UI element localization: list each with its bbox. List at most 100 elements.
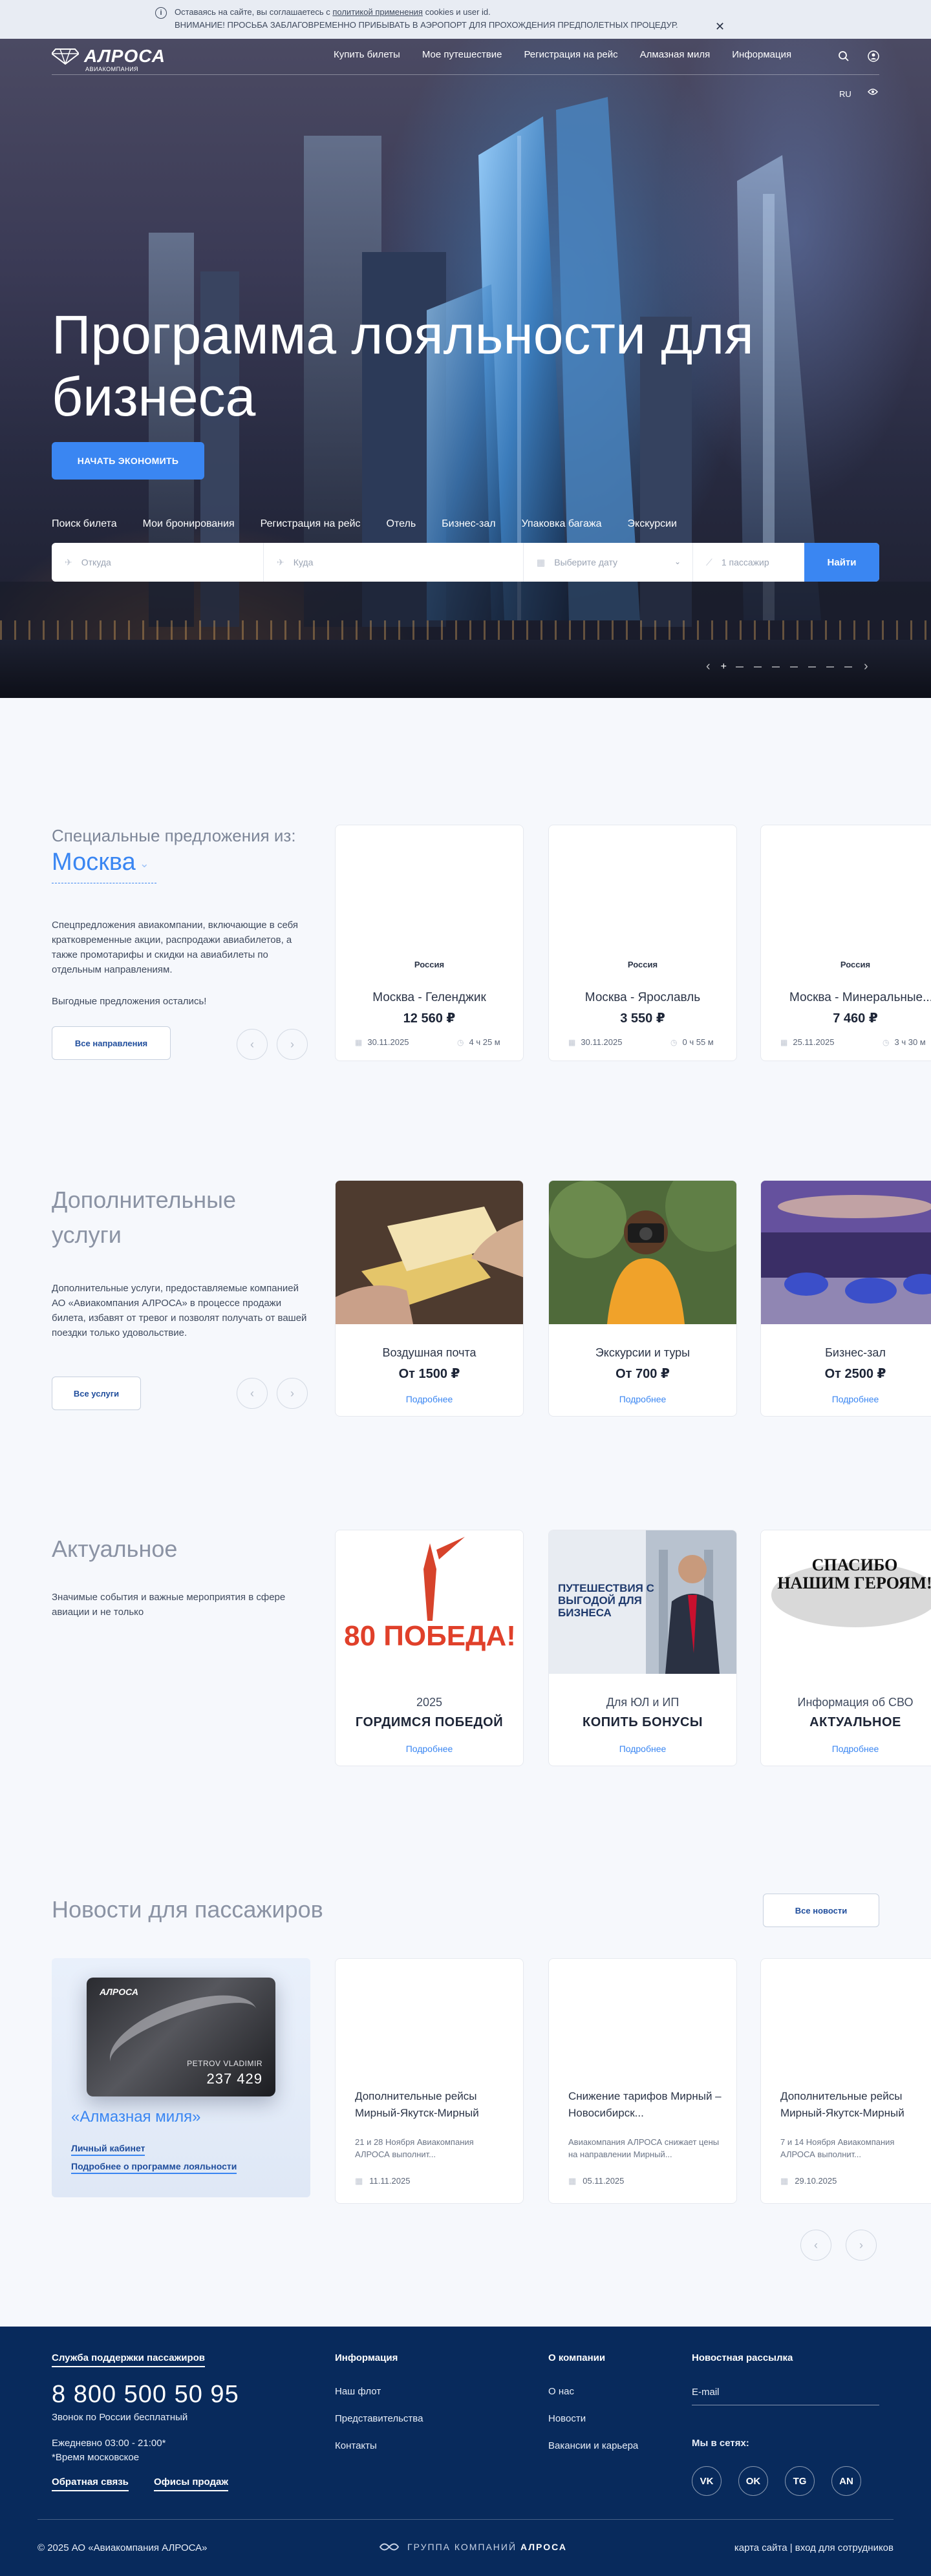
business-program-poster: ПУТЕШЕСТВИЯ С ВЫГОДОЙ ДЛЯ БИЗНЕСА bbox=[549, 1530, 736, 1674]
cookie-policy-link[interactable]: политикой применения bbox=[332, 7, 423, 17]
passengers-field[interactable]: ⟋ 1 пассажир bbox=[693, 543, 804, 582]
offer-card[interactable]: Россия Москва - Геленджик 12 560 ₽ ▦ 30.1… bbox=[335, 825, 524, 1061]
menu-item-information[interactable]: Информация bbox=[732, 49, 791, 60]
tab-checkin[interactable]: Регистрация на рейс bbox=[261, 518, 361, 530]
alrosa-group-logo[interactable]: ГРУППА КОМПАНИЙ АЛРОСА bbox=[379, 2540, 567, 2554]
news-feature-card[interactable]: 80 ПОБЕДА! 2025 ГОРДИМСЯ ПОБЕДОЙ Подробн… bbox=[335, 1530, 524, 1766]
news-next-button[interactable]: › bbox=[846, 2230, 877, 2261]
slider-dot[interactable] bbox=[844, 666, 853, 668]
all-directions-button[interactable]: Все направления bbox=[52, 1026, 171, 1060]
social-title: Мы в сетях: bbox=[692, 2438, 749, 2449]
service-card[interactable]: Экскурсии и туры От 700 ₽ Подробнее bbox=[548, 1180, 737, 1417]
news-prev-button[interactable]: ‹ bbox=[800, 2230, 831, 2261]
offer-card[interactable]: Россия Москва - Ярославль 3 550 ₽ ▦ 30.11… bbox=[548, 825, 737, 1061]
slider-dot[interactable] bbox=[754, 666, 762, 668]
news-card[interactable]: Дополнительные рейсы Мирный-Якутск-Мирны… bbox=[760, 1958, 931, 2204]
news-title: Новости для пассажиров bbox=[52, 1896, 323, 1923]
tab-business-lounge[interactable]: Бизнес-зал bbox=[442, 518, 495, 530]
logo-subtitle: АВИАКОМПАНИЯ bbox=[85, 66, 139, 72]
newsletter-title: Новостная рассылка bbox=[692, 2352, 793, 2363]
odnoklassniki-icon[interactable]: OK bbox=[738, 2466, 768, 2496]
support-phone[interactable]: 8 800 500 50 95 bbox=[52, 2381, 239, 2409]
accessibility-eye-icon[interactable] bbox=[868, 88, 878, 96]
slider-dot[interactable] bbox=[808, 666, 817, 668]
news-feature-card[interactable]: СПАСИБО НАШИМ ГЕРОЯМ! Информация об СВО … bbox=[760, 1530, 931, 1766]
service-price: От 700 ₽ bbox=[615, 1367, 670, 1381]
menu-item-diamond-mile[interactable]: Алмазная миля bbox=[640, 49, 711, 60]
all-news-button[interactable]: Все новости bbox=[763, 1894, 879, 1927]
service-card[interactable]: Воздушная почта От 1500 ₽ Подробнее bbox=[335, 1180, 524, 1417]
offers-prev-button[interactable]: ‹ bbox=[237, 1029, 268, 1060]
slider-prev-icon[interactable]: ‹ bbox=[706, 659, 711, 674]
menu-item-buy-tickets[interactable]: Купить билеты bbox=[334, 49, 400, 60]
main-menu: Купить билеты Мое путешествие Регистраци… bbox=[334, 49, 813, 60]
services-description: Дополнительные услуги, предоставляемые к… bbox=[52, 1283, 307, 1338]
hero-slider-controls: ‹ + › bbox=[700, 659, 875, 674]
slider-dot[interactable] bbox=[790, 666, 798, 668]
offer-date: 25.11.2025 bbox=[793, 1037, 835, 1047]
start-saving-button[interactable]: НАЧАТЬ ЭКОНОМИТЬ bbox=[52, 442, 204, 480]
clock-icon: ◷ bbox=[670, 1037, 678, 1047]
feature-more-link[interactable]: Подробнее bbox=[761, 1744, 931, 1754]
search-button[interactable]: Найти bbox=[804, 543, 879, 582]
from-field[interactable]: ✈ Откуда bbox=[52, 543, 264, 582]
tab-ticket-search[interactable]: Поиск билета bbox=[52, 518, 117, 530]
calendar-icon: ▦ bbox=[780, 1037, 788, 1047]
offers-next-button[interactable]: › bbox=[277, 1029, 308, 1060]
menu-item-checkin[interactable]: Регистрация на рейс bbox=[524, 49, 617, 60]
sales-offices-link[interactable]: Офисы продаж bbox=[154, 2476, 229, 2491]
news-card[interactable]: Снижение тарифов Мирный – Новосибирск...… bbox=[548, 1958, 737, 2204]
logo[interactable]: АЛРОСА АВИАКОМПАНИЯ bbox=[52, 46, 166, 72]
footer-link-contacts[interactable]: Контакты bbox=[335, 2440, 377, 2451]
close-icon[interactable]: ✕ bbox=[715, 20, 725, 33]
news-feature-card[interactable]: ПУТЕШЕСТВИЯ С ВЫГОДОЙ ДЛЯ БИЗНЕСА Для ЮЛ… bbox=[548, 1530, 737, 1766]
feature-more-link[interactable]: Подробнее bbox=[336, 1744, 523, 1754]
newsletter-email-input[interactable] bbox=[692, 2380, 879, 2405]
date-field[interactable]: ▦ Выберите дату ⌄ bbox=[524, 543, 693, 582]
service-name: Экскурсии и туры bbox=[595, 1346, 690, 1359]
hours-note: *Время московское bbox=[52, 2452, 140, 2463]
services-next-button[interactable]: › bbox=[277, 1378, 308, 1409]
excursions-photo bbox=[549, 1181, 736, 1324]
service-more-link[interactable]: Подробнее bbox=[336, 1394, 523, 1404]
tab-excursions[interactable]: Экскурсии bbox=[628, 518, 677, 530]
slider-dot[interactable] bbox=[826, 666, 835, 668]
slider-next-icon[interactable]: › bbox=[864, 659, 868, 674]
service-card[interactable]: Бизнес-зал От 2500 ₽ Подробнее bbox=[760, 1180, 931, 1417]
city-selector[interactable]: Москва ⌄ bbox=[52, 847, 149, 879]
heroes-thanks-poster: СПАСИБО НАШИМ ГЕРОЯМ! bbox=[761, 1530, 931, 1674]
personal-account-link[interactable]: Личный кабинет bbox=[71, 2143, 145, 2156]
feature-more-link[interactable]: Подробнее bbox=[549, 1744, 736, 1754]
to-field[interactable]: ✈ Куда bbox=[264, 543, 524, 582]
footer-link-news[interactable]: Новости bbox=[548, 2413, 586, 2424]
tab-baggage-wrap[interactable]: Упаковка багажа bbox=[522, 518, 602, 530]
tab-my-bookings[interactable]: Мои бронирования bbox=[143, 518, 235, 530]
user-icon[interactable] bbox=[868, 50, 879, 62]
loyalty-details-link[interactable]: Подробнее о программе лояльности bbox=[71, 2161, 237, 2174]
telegram-icon[interactable]: TG bbox=[785, 2466, 815, 2496]
tab-hotel[interactable]: Отель bbox=[387, 518, 416, 530]
sitemap-staff-links[interactable]: карта сайта | вход для сотрудников bbox=[734, 2542, 894, 2553]
android-icon[interactable]: AN bbox=[831, 2466, 861, 2496]
feedback-link[interactable]: Обратная связь bbox=[52, 2476, 129, 2491]
footer-link-about[interactable]: О нас bbox=[548, 2386, 574, 2397]
slider-dot[interactable] bbox=[736, 666, 744, 668]
services-prev-button[interactable]: ‹ bbox=[237, 1378, 268, 1409]
vk-icon[interactable]: VK bbox=[692, 2466, 722, 2496]
menu-item-my-trip[interactable]: Мое путешествие bbox=[422, 49, 502, 60]
top-navigation: АЛРОСА АВИАКОМПАНИЯ Купить билеты Мое пу… bbox=[0, 39, 931, 99]
all-services-button[interactable]: Все услуги bbox=[52, 1377, 141, 1410]
service-name: Воздушная почта bbox=[382, 1346, 476, 1359]
footer-link-offices[interactable]: Представительства bbox=[335, 2413, 423, 2424]
footer-link-fleet[interactable]: Наш флот bbox=[335, 2386, 381, 2397]
search-icon[interactable] bbox=[838, 50, 850, 62]
service-more-link[interactable]: Подробнее bbox=[761, 1394, 931, 1404]
slider-dot[interactable] bbox=[772, 666, 780, 668]
service-more-link[interactable]: Подробнее bbox=[549, 1394, 736, 1404]
language-switcher[interactable]: RU bbox=[839, 89, 851, 99]
logo-text: АЛРОСА bbox=[84, 46, 166, 66]
footer-link-careers[interactable]: Вакансии и карьера bbox=[548, 2440, 638, 2451]
calendar-icon: ▦ bbox=[568, 2176, 577, 2186]
offer-card[interactable]: Россия Москва - Минеральные... 7 460 ₽ ▦… bbox=[760, 825, 931, 1061]
news-card[interactable]: Дополнительные рейсы Мирный-Якутск-Мирны… bbox=[335, 1958, 524, 2204]
